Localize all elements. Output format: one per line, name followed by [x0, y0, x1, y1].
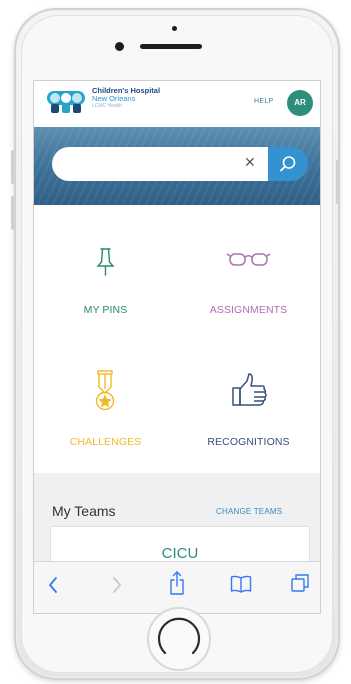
- tile-assignments[interactable]: ASSIGNMENTS: [177, 205, 320, 339]
- team-name: CICU: [161, 545, 199, 562]
- loading-spinner-icon: [157, 617, 201, 655]
- glasses-icon: [226, 253, 271, 266]
- tile-recognitions[interactable]: RECOGNITIONS: [177, 339, 320, 473]
- search-button[interactable]: [268, 147, 308, 181]
- help-link[interactable]: HELP: [254, 98, 274, 105]
- tile-label-recognitions: RECOGNITIONS: [207, 436, 290, 448]
- change-teams-link[interactable]: CHANGE TEAMS: [216, 507, 282, 516]
- feature-grid: MY PINS ASSIGNMENTS CHALLENGES RECOGNITI…: [34, 205, 320, 473]
- tile-my-pins[interactable]: MY PINS: [34, 205, 177, 339]
- home-button[interactable]: [147, 607, 211, 671]
- tile-challenges[interactable]: CHALLENGES: [34, 339, 177, 473]
- power-button: [336, 160, 339, 204]
- front-sensor: [172, 26, 177, 31]
- tile-label-assignments: ASSIGNMENTS: [209, 304, 288, 316]
- volume-button: [11, 196, 14, 230]
- app-header: Children's Hospital New Orleans LCMC Hea…: [34, 81, 320, 127]
- search-banner: ✕: [34, 127, 320, 205]
- pin-icon: [96, 248, 115, 276]
- volume-button: [11, 150, 14, 184]
- hospital-name-line2: New Orleans: [92, 94, 136, 103]
- tabs-icon[interactable]: [290, 573, 310, 593]
- tile-label-my-pins: MY PINS: [83, 304, 128, 316]
- search-input[interactable]: [52, 147, 268, 181]
- hospital-logo[interactable]: [46, 89, 86, 115]
- front-camera: [115, 42, 124, 51]
- close-icon[interactable]: ✕: [244, 154, 256, 171]
- avatar[interactable]: AR: [287, 90, 313, 116]
- app-screen: Children's Hospital New Orleans LCMC Hea…: [33, 80, 321, 614]
- share-icon[interactable]: [168, 570, 186, 596]
- hospital-name: Children's Hospital New Orleans LCMC Hea…: [92, 87, 160, 110]
- back-icon[interactable]: [46, 574, 60, 596]
- hospital-name-line3: LCMC Health: [92, 103, 123, 109]
- thumbs-up-icon: [232, 373, 267, 406]
- bookmarks-icon[interactable]: [230, 574, 252, 594]
- forward-icon[interactable]: [110, 574, 124, 596]
- section-title: My Teams: [52, 503, 116, 519]
- search-icon: [280, 156, 296, 172]
- medal-icon: [95, 370, 115, 411]
- earpiece-speaker: [140, 44, 202, 49]
- tile-label-challenges: CHALLENGES: [69, 436, 142, 448]
